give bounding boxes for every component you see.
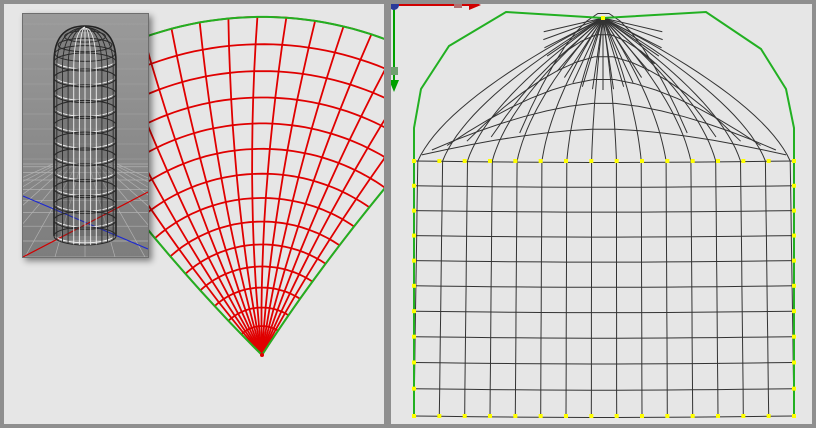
floor-grid-line <box>112 163 148 183</box>
uv-edge-vertical <box>665 160 668 417</box>
pinned-vertex[interactable] <box>564 159 568 163</box>
uv-edge-horizontal <box>413 310 795 314</box>
pinned-vertex[interactable] <box>690 159 695 163</box>
uv-edge-horizontal <box>413 285 795 288</box>
uv-edge-meridian <box>467 17 604 162</box>
uv-editor-right-panel[interactable] <box>391 4 812 424</box>
pinned-vertex[interactable] <box>614 159 619 163</box>
uv-edge-meridian <box>602 17 791 162</box>
pinned-vertex[interactable] <box>488 414 492 418</box>
pinned-vertex[interactable] <box>665 414 670 418</box>
pinned-vertex[interactable] <box>412 283 416 288</box>
uv-pole-vertex[interactable] <box>260 353 264 357</box>
pinned-vertex[interactable] <box>462 414 467 418</box>
pinned-vertex[interactable] <box>716 159 720 163</box>
pinned-vertex[interactable] <box>538 414 543 418</box>
pinned-vertex[interactable] <box>412 360 416 365</box>
pinned-vertex[interactable] <box>614 414 619 418</box>
3d-preview-inset[interactable] <box>22 13 149 258</box>
pinned-vertex[interactable] <box>792 386 796 391</box>
pinned-vertex[interactable] <box>792 334 796 339</box>
pinned-vertex[interactable] <box>766 159 771 163</box>
pinned-vertex[interactable] <box>716 414 720 418</box>
pinned-vertex[interactable] <box>690 414 695 418</box>
pinned-vertex[interactable] <box>792 283 796 288</box>
floor-grid-line <box>23 163 58 182</box>
pinned-vertex[interactable] <box>589 414 594 418</box>
uv-edge-ring <box>446 79 761 146</box>
uv-seam-boundary[interactable] <box>413 10 795 416</box>
pinned-vertex[interactable] <box>412 334 416 339</box>
pinned-vertex[interactable] <box>538 159 543 163</box>
uv-edge-horizontal <box>413 415 795 418</box>
uv-editor-left-panel[interactable] <box>4 4 384 424</box>
uv-edge-vertical <box>690 160 694 417</box>
uv-edge-ring <box>138 172 370 220</box>
pinned-vertex[interactable] <box>766 414 771 418</box>
pinned-vertex[interactable] <box>792 208 796 213</box>
uv-edge-vertical <box>514 160 518 417</box>
y-axis-arrowhead-icon[interactable] <box>391 80 399 92</box>
y-axis-handle-icon[interactable] <box>391 67 398 75</box>
uv-edge-meridian <box>417 17 604 162</box>
uv-edge-vertical <box>764 160 770 417</box>
pinned-vertex[interactable] <box>412 414 416 418</box>
uv-edge-meridian <box>602 17 741 162</box>
uv-edge-vertical <box>640 160 643 417</box>
pinned-vertex[interactable] <box>412 183 416 188</box>
pinned-vertex[interactable] <box>665 159 670 163</box>
pinned-vertex[interactable] <box>792 309 796 314</box>
pinned-vertex[interactable] <box>741 159 746 163</box>
uv-edge-ring <box>154 197 355 239</box>
uv-edge-vertical <box>540 160 543 417</box>
pinned-vertex[interactable] <box>513 414 518 418</box>
pinned-vertex[interactable] <box>741 414 746 418</box>
uv-unwrap-rect-mesh[interactable] <box>391 4 812 424</box>
uv-edge-ring <box>431 102 777 151</box>
x-axis-handle-icon[interactable] <box>454 4 462 8</box>
pinned-vertex[interactable] <box>412 208 416 213</box>
uv-edge-horizontal <box>413 362 795 365</box>
uv-edge-vertical <box>565 160 568 417</box>
uv-edge-horizontal <box>413 260 795 263</box>
pinned-vertex[interactable] <box>640 159 644 163</box>
pinned-vertex-pole[interactable] <box>601 16 605 20</box>
pinned-vertex[interactable] <box>792 414 796 418</box>
pinned-vertex[interactable] <box>792 233 796 238</box>
gizmo-origin-icon[interactable] <box>391 4 399 10</box>
uv-edge-vertical <box>438 160 444 417</box>
uv-edge-vertical <box>464 160 468 417</box>
uv-edge-meridian <box>541 17 604 162</box>
pinned-vertex[interactable] <box>564 414 568 418</box>
pinned-vertex[interactable] <box>412 258 416 263</box>
pinned-vertex[interactable] <box>792 360 796 365</box>
pinned-vertex[interactable] <box>792 159 796 163</box>
pinned-vertex[interactable] <box>437 414 442 418</box>
pinned-vertex[interactable] <box>792 258 796 263</box>
pinned-vertex[interactable] <box>412 159 416 163</box>
x-axis-arrowhead-icon[interactable] <box>469 4 481 10</box>
pinned-vertex[interactable] <box>640 414 644 418</box>
uv-edge-vertical <box>489 160 493 417</box>
uv-edge-horizontal <box>413 210 795 213</box>
uv-edge-horizontal <box>413 235 795 238</box>
uv-edge-horizontal <box>413 336 795 339</box>
pinned-vertex[interactable] <box>462 159 467 163</box>
uv-edge-vertical <box>715 160 719 417</box>
capsule-wireframe-model <box>23 23 148 257</box>
pinned-vertex[interactable] <box>412 309 416 314</box>
uv-edge-vertical <box>740 160 744 417</box>
pinned-vertex[interactable] <box>513 159 518 163</box>
uv-edge-horizontal <box>413 160 795 163</box>
pinned-vertex[interactable] <box>437 159 442 163</box>
pinned-vertex[interactable] <box>412 386 416 391</box>
uv-edge-horizontal <box>413 185 795 188</box>
pinned-vertex[interactable] <box>589 159 594 163</box>
pinned-vertex[interactable] <box>792 183 796 188</box>
pinned-vertex[interactable] <box>488 159 492 163</box>
pinned-vertex[interactable] <box>412 233 416 238</box>
uv-edge-horizontal <box>413 388 795 391</box>
uv-edge-ring <box>107 122 384 181</box>
